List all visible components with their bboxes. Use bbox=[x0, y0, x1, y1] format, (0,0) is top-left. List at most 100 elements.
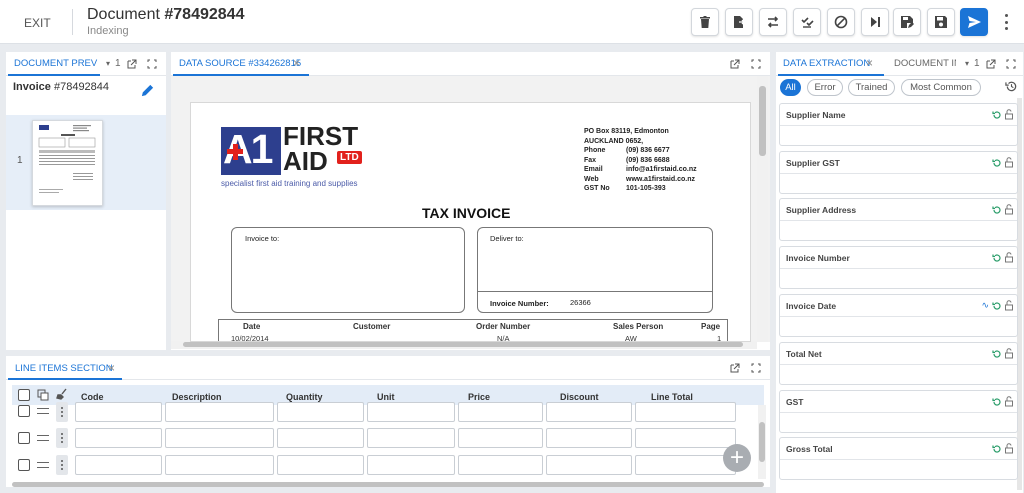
price-cell[interactable] bbox=[458, 428, 543, 448]
price-cell[interactable] bbox=[458, 455, 543, 475]
tab-data-source[interactable]: DATA SOURCE #334262815 bbox=[179, 58, 301, 69]
discount-cell[interactable] bbox=[546, 428, 632, 448]
unlock-icon[interactable] bbox=[1004, 348, 1014, 359]
unlock-icon[interactable] bbox=[1004, 204, 1014, 215]
select-all-checkbox[interactable] bbox=[18, 389, 30, 401]
close-icon[interactable]: × bbox=[866, 57, 873, 69]
chevron-down-icon[interactable]: ▾ bbox=[106, 59, 110, 68]
swap-button[interactable] bbox=[759, 8, 787, 36]
exit-button[interactable]: EXIT bbox=[24, 16, 51, 30]
unlock-icon[interactable] bbox=[1004, 109, 1014, 120]
scrollbar-thumb[interactable] bbox=[759, 422, 765, 462]
reset-icon[interactable] bbox=[992, 110, 1002, 120]
description-cell[interactable] bbox=[165, 455, 274, 475]
description-cell[interactable] bbox=[165, 428, 274, 448]
save-button[interactable] bbox=[927, 8, 955, 36]
drag-handle-icon[interactable] bbox=[37, 435, 49, 441]
reset-icon[interactable] bbox=[992, 253, 1002, 263]
drag-handle-icon[interactable] bbox=[37, 408, 49, 414]
row-checkbox[interactable] bbox=[18, 459, 30, 471]
expand-icon[interactable] bbox=[147, 59, 157, 69]
close-icon[interactable]: × bbox=[108, 362, 115, 374]
description-cell[interactable] bbox=[165, 402, 274, 422]
scrollbar-thumb[interactable] bbox=[183, 342, 743, 347]
invoice-to-box: Invoice to: bbox=[231, 227, 465, 313]
row-menu-button[interactable] bbox=[56, 455, 68, 475]
code-cell[interactable] bbox=[75, 455, 162, 475]
invoice-page: A1 FIRST AID LTD specialist first aid tr… bbox=[190, 102, 751, 342]
more-menu-button[interactable] bbox=[999, 12, 1013, 32]
reset-icon[interactable] bbox=[992, 444, 1002, 454]
reset-icon[interactable] bbox=[992, 205, 1002, 215]
preview-count: 1 bbox=[115, 58, 121, 69]
split-document-button[interactable] bbox=[725, 8, 753, 36]
submit-button[interactable] bbox=[960, 8, 988, 36]
row-checkbox[interactable] bbox=[18, 405, 30, 417]
unlock-icon[interactable] bbox=[1004, 443, 1014, 454]
tab-line-items[interactable]: LINE ITEMS SECTION bbox=[15, 363, 113, 374]
quantity-cell[interactable] bbox=[277, 402, 364, 422]
drag-handle-icon[interactable] bbox=[37, 462, 49, 468]
save-as-button[interactable] bbox=[893, 8, 921, 36]
edit-pencil-icon[interactable] bbox=[140, 83, 155, 98]
line-total-cell[interactable] bbox=[635, 428, 736, 448]
skip-next-button[interactable] bbox=[861, 8, 889, 36]
add-row-button[interactable]: + bbox=[723, 444, 751, 472]
reset-icon[interactable] bbox=[992, 349, 1002, 359]
history-icon[interactable] bbox=[1005, 80, 1018, 93]
quantity-cell[interactable] bbox=[277, 455, 364, 475]
field-label: Invoice Date bbox=[786, 301, 837, 311]
validate-button[interactable] bbox=[793, 8, 821, 36]
extraction-field: Supplier Name bbox=[779, 103, 1018, 146]
code-cell[interactable] bbox=[75, 402, 162, 422]
field-label: GST bbox=[786, 397, 804, 407]
row-menu-button[interactable] bbox=[56, 428, 68, 448]
scrollbar-thumb[interactable] bbox=[759, 86, 766, 156]
copy-rows-icon[interactable] bbox=[37, 389, 49, 401]
delete-button[interactable] bbox=[691, 8, 719, 36]
expand-icon[interactable] bbox=[1006, 59, 1016, 69]
reset-icon[interactable] bbox=[992, 397, 1002, 407]
filter-trained[interactable]: Trained bbox=[848, 79, 895, 96]
extraction-field: GST bbox=[779, 390, 1018, 433]
tab-document-info[interactable]: DOCUMENT INFO bbox=[894, 58, 956, 69]
unit-cell[interactable] bbox=[367, 455, 455, 475]
filter-error[interactable]: Error bbox=[807, 79, 843, 96]
code-cell[interactable] bbox=[75, 428, 162, 448]
expand-icon[interactable] bbox=[751, 363, 761, 373]
close-icon[interactable]: × bbox=[293, 57, 300, 69]
page-thumbnail[interactable] bbox=[32, 120, 103, 206]
open-external-icon[interactable] bbox=[127, 59, 137, 69]
open-external-icon[interactable] bbox=[730, 363, 740, 373]
row-menu-button[interactable] bbox=[56, 402, 68, 422]
tab-data-extraction[interactable]: DATA EXTRACTION bbox=[783, 58, 870, 69]
page-number: 1 bbox=[17, 155, 23, 166]
unlock-icon[interactable] bbox=[1004, 157, 1014, 168]
tab-document-preview[interactable]: DOCUMENT PREVIEW bbox=[14, 58, 98, 69]
signature-icon[interactable]: ∿ bbox=[981, 300, 989, 311]
chevron-down-icon[interactable]: ▾ bbox=[965, 59, 969, 68]
unlock-icon[interactable] bbox=[1004, 252, 1014, 263]
open-external-icon[interactable] bbox=[730, 59, 740, 69]
reject-button[interactable] bbox=[827, 8, 855, 36]
unlock-icon[interactable] bbox=[1004, 300, 1014, 311]
unit-cell[interactable] bbox=[367, 428, 455, 448]
open-external-icon[interactable] bbox=[986, 59, 996, 69]
unlock-icon[interactable] bbox=[1004, 396, 1014, 407]
horizontal-scrollbar[interactable] bbox=[12, 482, 764, 487]
price-cell[interactable] bbox=[458, 402, 543, 422]
discount-cell[interactable] bbox=[546, 402, 632, 422]
expand-icon[interactable] bbox=[751, 59, 761, 69]
line-total-cell[interactable] bbox=[635, 455, 736, 475]
discount-cell[interactable] bbox=[546, 455, 632, 475]
quantity-cell[interactable] bbox=[277, 428, 364, 448]
clear-brush-icon[interactable] bbox=[56, 388, 68, 400]
line-total-cell[interactable] bbox=[635, 402, 736, 422]
unit-cell[interactable] bbox=[367, 402, 455, 422]
row-checkbox[interactable] bbox=[18, 432, 30, 444]
filter-all[interactable]: All bbox=[780, 79, 801, 96]
filter-most-common[interactable]: Most Common bbox=[901, 79, 981, 96]
reset-icon[interactable] bbox=[992, 158, 1002, 168]
invoice-title: TAX INVOICE bbox=[422, 205, 511, 221]
reset-icon[interactable] bbox=[992, 301, 1002, 311]
